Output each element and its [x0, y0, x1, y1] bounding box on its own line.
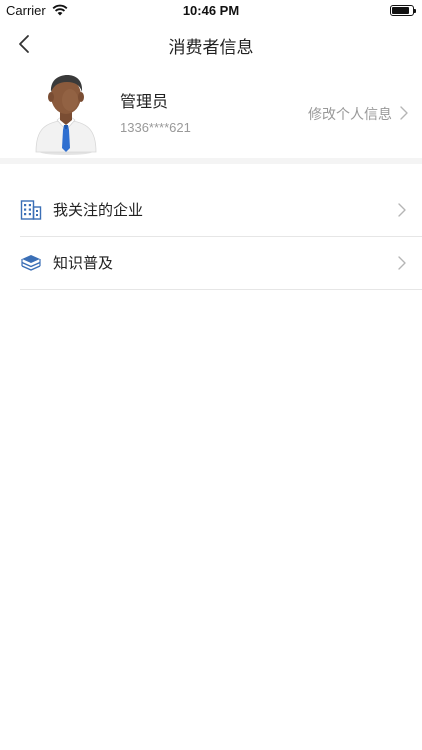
menu-item-followed-companies[interactable]: 我关注的企业	[0, 184, 422, 237]
menu-item-knowledge[interactable]: 知识普及	[0, 237, 422, 290]
avatar	[35, 75, 97, 155]
status-time: 10:46 PM	[182, 3, 240, 18]
status-bar: Carrier 10:46 PM	[0, 0, 422, 22]
user-phone: 1336****621	[120, 120, 191, 135]
row-divider	[20, 289, 422, 290]
menu-item-label: 我关注的企业	[53, 201, 144, 219]
edit-profile-link[interactable]: 修改个人信息	[308, 104, 392, 124]
battery-icon	[390, 5, 416, 16]
stacked-books-icon	[21, 255, 41, 271]
battery-level	[392, 7, 409, 14]
section-divider	[0, 158, 422, 164]
menu-item-label: 知识普及	[53, 254, 114, 272]
nav-bar: 消费者信息	[0, 22, 422, 66]
chevron-right-icon	[398, 256, 406, 270]
profile-header: 管理员 1336****621 修改个人信息	[0, 66, 422, 158]
user-name: 管理员	[120, 92, 169, 111]
page-title: 消费者信息	[168, 38, 254, 58]
chevron-right-icon	[398, 203, 406, 217]
building-icon	[20, 200, 42, 220]
chevron-right-icon[interactable]	[400, 106, 408, 120]
